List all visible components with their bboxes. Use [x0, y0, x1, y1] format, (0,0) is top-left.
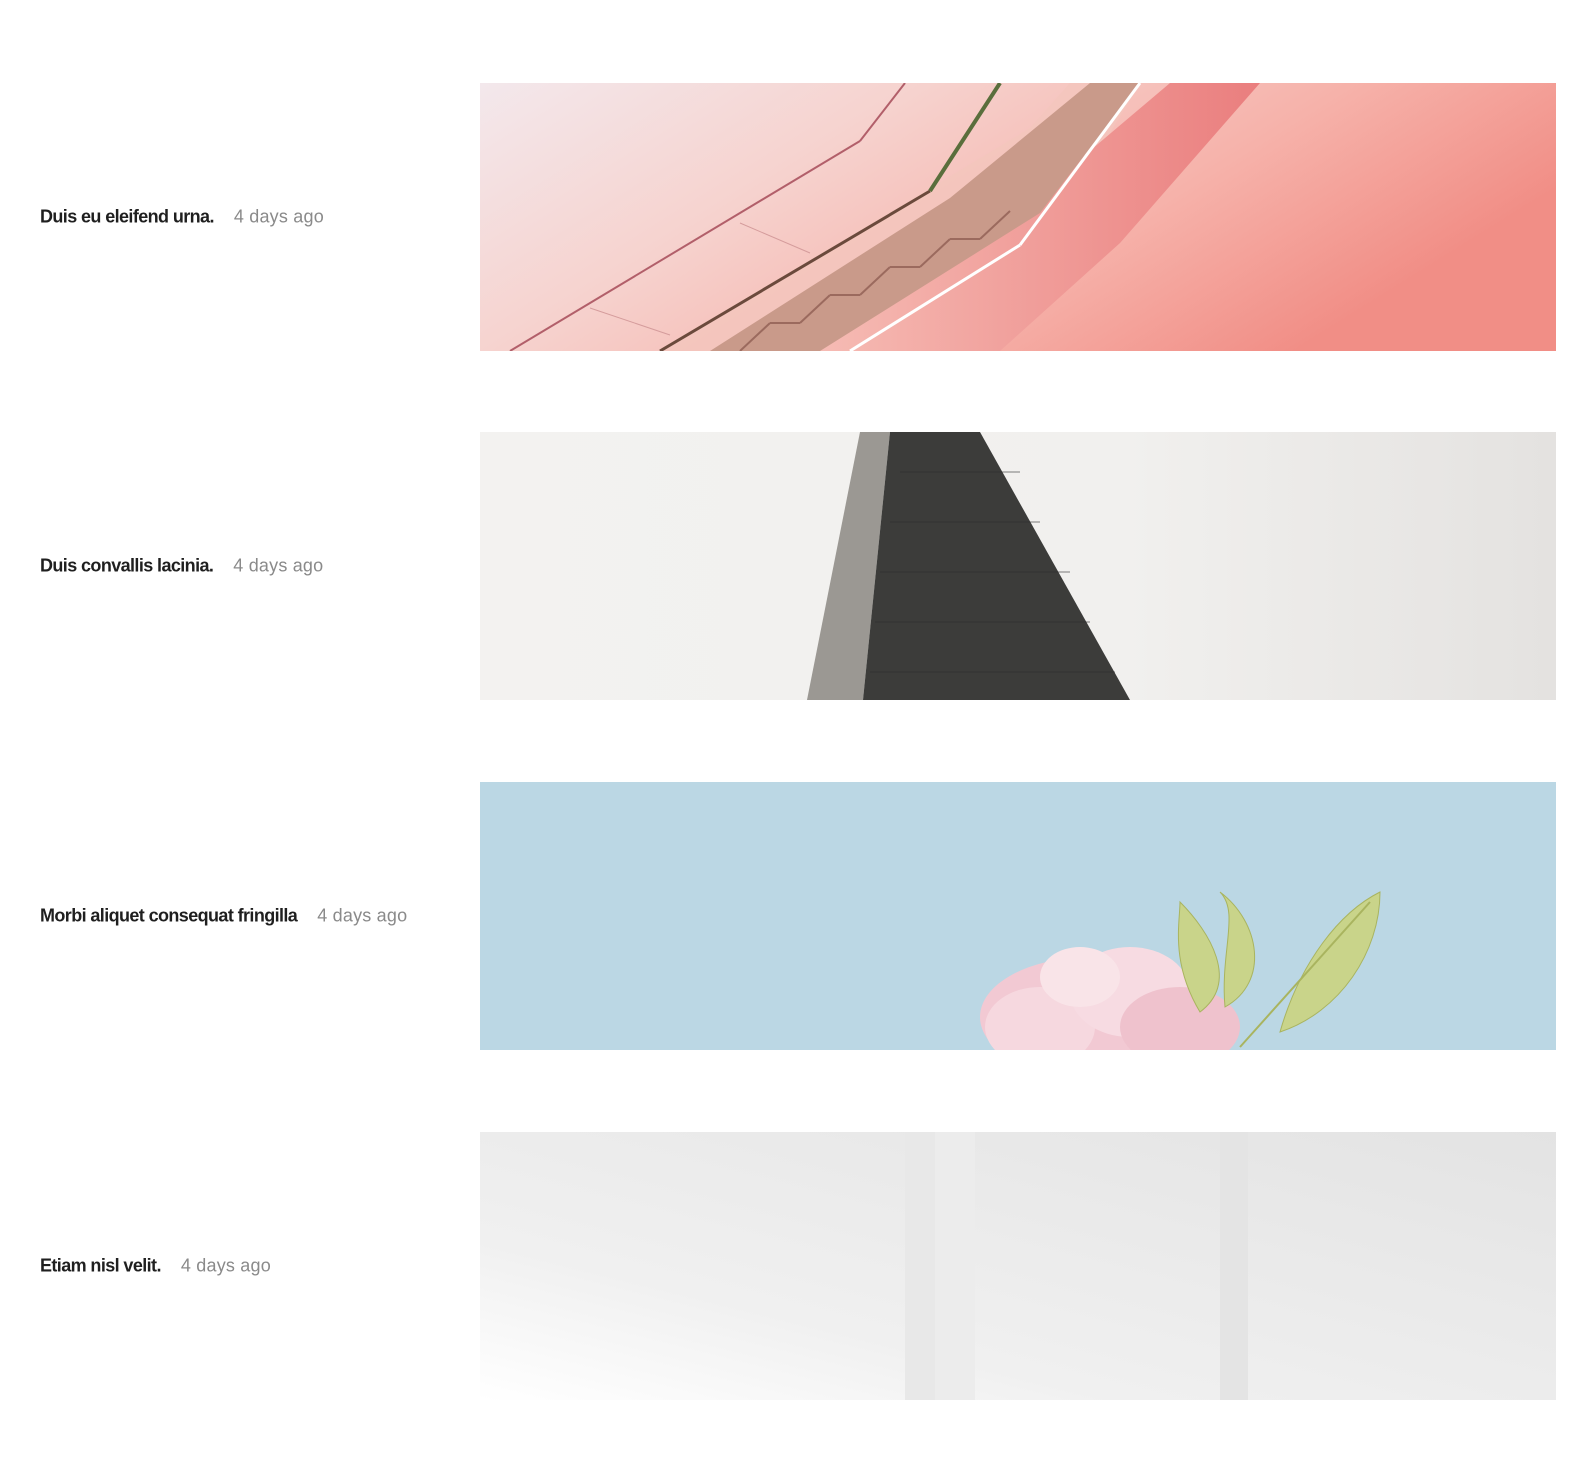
staircase-image	[480, 83, 1556, 351]
post-date: 4 days ago	[180, 1255, 271, 1276]
post-item: Duis eu eleifend urna. 4 days ago	[0, 83, 1583, 351]
post-image-interior[interactable]	[480, 1132, 1556, 1400]
interior-image	[480, 1132, 1556, 1400]
post-meta: Etiam nisl velit. 4 days ago	[40, 1253, 410, 1280]
post-item: Morbi aliquet consequat fringilla 4 days …	[0, 782, 1583, 1050]
post-image-staircase[interactable]	[480, 83, 1556, 351]
post-title[interactable]: Duis eu eleifend urna.	[40, 207, 214, 227]
post-meta: Duis eu eleifend urna. 4 days ago	[40, 204, 410, 231]
post-title[interactable]: Duis convallis lacinia.	[40, 556, 214, 576]
post-date: 4 days ago	[317, 905, 408, 926]
post-meta: Morbi aliquet consequat fringilla 4 days …	[40, 903, 410, 930]
post-title[interactable]: Etiam nisl velit.	[40, 1256, 161, 1276]
post-date: 4 days ago	[233, 555, 324, 576]
post-image-flower[interactable]	[480, 782, 1556, 1050]
post-meta: Duis convallis lacinia. 4 days ago	[40, 553, 410, 580]
post-date: 4 days ago	[233, 206, 324, 227]
post-item: Duis convallis lacinia. 4 days ago	[0, 432, 1583, 700]
flower-image	[480, 782, 1556, 1050]
post-image-spire[interactable]	[480, 432, 1556, 700]
post-title[interactable]: Morbi aliquet consequat fringilla	[40, 906, 298, 926]
spire-image	[480, 432, 1556, 700]
post-item: Etiam nisl velit. 4 days ago	[0, 1132, 1583, 1400]
